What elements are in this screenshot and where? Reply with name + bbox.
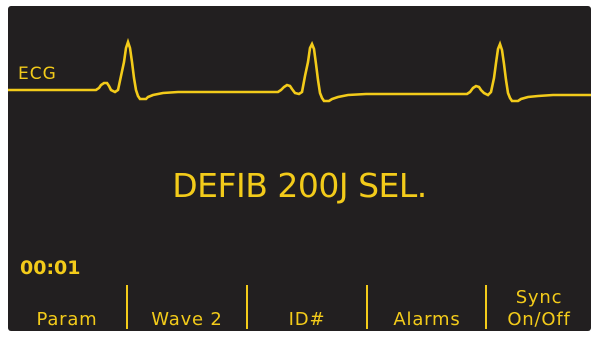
softkey-bar: Param Wave 2 ID# Alarms Sync On/Off	[8, 284, 591, 331]
softkey-id-label: ID#	[288, 309, 326, 330]
ecg-lead-label: ECG	[18, 64, 57, 84]
softkey-param-label: Param	[36, 309, 98, 330]
ecg-waveform	[8, 37, 591, 103]
ecg-trace-line	[8, 37, 591, 103]
softkey-param[interactable]: Param	[8, 284, 126, 331]
softkey-sync-label-line1: Sync	[515, 287, 563, 308]
softkey-alarms[interactable]: Alarms	[368, 284, 486, 331]
elapsed-timer: 00:01	[20, 257, 81, 279]
softkey-sync-label-line2: On/Off	[507, 309, 571, 330]
softkey-wave-2[interactable]: Wave 2	[128, 284, 246, 331]
monitor-screen: ECG DEFIB 200J SEL. 00:01 Param Wave 2 I…	[8, 6, 591, 331]
softkey-wave-2-label: Wave 2	[151, 309, 223, 330]
softkey-alarms-label: Alarms	[393, 309, 461, 330]
softkey-id[interactable]: ID#	[248, 284, 366, 331]
defib-status-message: DEFIB 200J SEL.	[172, 166, 427, 205]
softkey-sync-toggle[interactable]: Sync On/Off	[487, 284, 591, 331]
